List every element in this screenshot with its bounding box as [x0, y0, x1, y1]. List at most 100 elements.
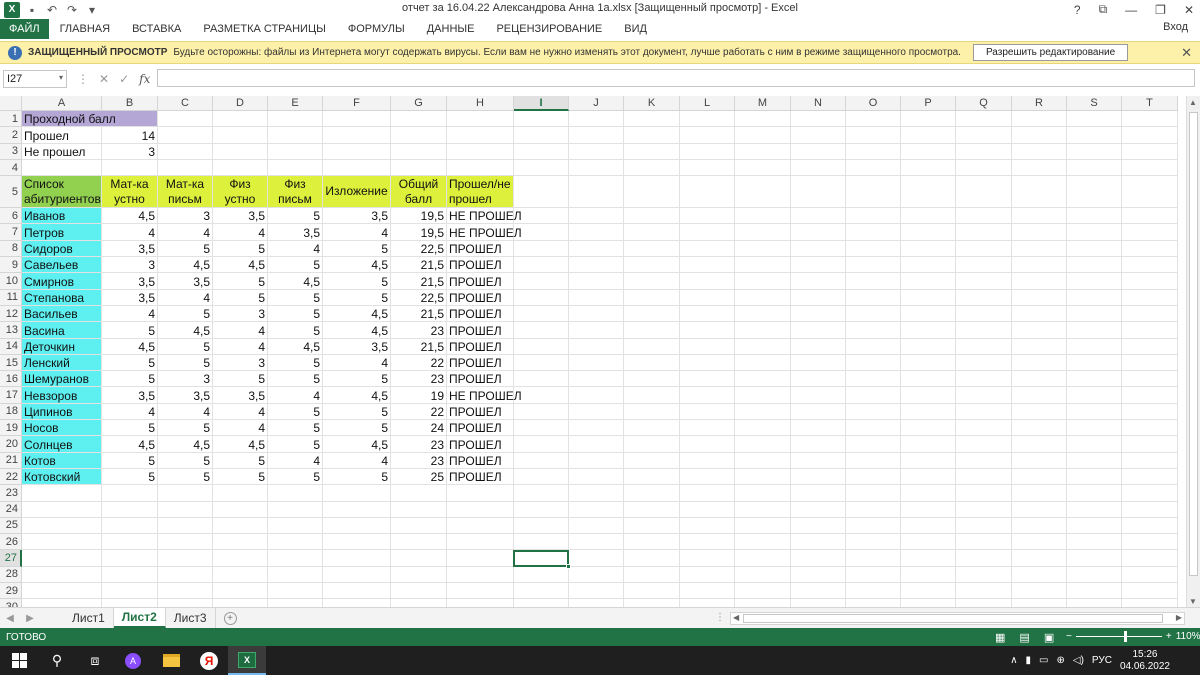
- cell-n18[interactable]: [791, 403, 846, 421]
- cell-h11[interactable]: ПРОШЕЛ: [447, 289, 514, 306]
- cell-l10[interactable]: [680, 273, 735, 290]
- cell-r22[interactable]: [1012, 468, 1067, 486]
- cell-g17[interactable]: 19: [391, 387, 447, 404]
- cell-n1[interactable]: [791, 111, 846, 128]
- cell-e13[interactable]: 5: [268, 322, 323, 339]
- cell-l19[interactable]: [680, 420, 735, 437]
- scroll-right-icon[interactable]: ▶: [1176, 613, 1182, 622]
- cell-s17[interactable]: [1067, 387, 1122, 404]
- cell-g1[interactable]: [391, 111, 447, 128]
- row-header-30[interactable]: 30: [0, 599, 22, 607]
- cell-e7[interactable]: 3,5: [268, 224, 323, 241]
- cell-k1[interactable]: [624, 111, 680, 128]
- cell-b5[interactable]: Мат-ка устно: [102, 176, 158, 209]
- ribbon-tab-4[interactable]: ФОРМУЛЫ: [337, 19, 416, 39]
- cell-k5[interactable]: [624, 176, 680, 209]
- cell-g27[interactable]: [391, 550, 447, 567]
- cell-d21[interactable]: 5: [213, 452, 268, 469]
- cell-b27[interactable]: [102, 550, 158, 567]
- cell-d18[interactable]: 4: [213, 403, 268, 421]
- cell-b28[interactable]: [102, 566, 158, 584]
- ribbon-tab-5[interactable]: ДАННЫЕ: [416, 19, 486, 39]
- cell-e8[interactable]: 4: [268, 240, 323, 258]
- cell-b12[interactable]: 4: [102, 305, 158, 323]
- cell-q23[interactable]: [956, 485, 1012, 502]
- cell-d3[interactable]: [213, 143, 268, 160]
- sheet-tab-3[interactable]: Лист3: [166, 608, 216, 628]
- cell-d24[interactable]: [213, 501, 268, 518]
- cell-c19[interactable]: 5: [158, 420, 213, 437]
- cell-j14[interactable]: [569, 338, 624, 355]
- cell-s9[interactable]: [1067, 257, 1122, 274]
- cell-d11[interactable]: 5: [213, 289, 268, 306]
- cell-n15[interactable]: [791, 354, 846, 372]
- cell-g6[interactable]: 19,5: [391, 208, 447, 225]
- row-header-11[interactable]: 11: [0, 289, 22, 306]
- cell-h30[interactable]: [447, 599, 514, 607]
- cell-m7[interactable]: [735, 224, 791, 241]
- cell-o3[interactable]: [846, 143, 901, 160]
- cell-d13[interactable]: 4: [213, 322, 268, 339]
- cell-q6[interactable]: [956, 208, 1012, 225]
- cell-r28[interactable]: [1012, 566, 1067, 584]
- cell-c13[interactable]: 4,5: [158, 322, 213, 339]
- cell-g8[interactable]: 22,5: [391, 240, 447, 258]
- cell-t6[interactable]: [1122, 208, 1178, 225]
- cell-m1[interactable]: [735, 111, 791, 128]
- cell-s11[interactable]: [1067, 289, 1122, 306]
- cell-s28[interactable]: [1067, 566, 1122, 584]
- cell-q21[interactable]: [956, 452, 1012, 469]
- cell-h21[interactable]: ПРОШЕЛ: [447, 452, 514, 469]
- cell-m3[interactable]: [735, 143, 791, 160]
- cell-r20[interactable]: [1012, 436, 1067, 453]
- cell-h18[interactable]: ПРОШЕЛ: [447, 403, 514, 421]
- cell-d20[interactable]: 4,5: [213, 436, 268, 453]
- cell-o13[interactable]: [846, 322, 901, 339]
- cell-n10[interactable]: [791, 273, 846, 290]
- cell-c20[interactable]: 4,5: [158, 436, 213, 453]
- cell-e30[interactable]: [268, 599, 323, 607]
- cell-e3[interactable]: [268, 143, 323, 160]
- cell-j18[interactable]: [569, 403, 624, 421]
- cell-t21[interactable]: [1122, 452, 1178, 469]
- cell-m13[interactable]: [735, 322, 791, 339]
- cell-k10[interactable]: [624, 273, 680, 290]
- cell-a17[interactable]: Невзоров: [22, 387, 102, 404]
- cell-o21[interactable]: [846, 452, 901, 469]
- cell-c6[interactable]: 3: [158, 208, 213, 225]
- cell-o15[interactable]: [846, 354, 901, 372]
- column-header-l[interactable]: L: [680, 96, 735, 111]
- column-header-j[interactable]: J: [569, 96, 624, 111]
- cell-r1[interactable]: [1012, 111, 1067, 128]
- cell-c3[interactable]: [158, 143, 213, 160]
- cell-d8[interactable]: 5: [213, 240, 268, 258]
- cell-o22[interactable]: [846, 468, 901, 486]
- show-hidden-icons-icon[interactable]: ∧: [1010, 655, 1017, 666]
- cell-n27[interactable]: [791, 550, 846, 567]
- cell-g20[interactable]: 23: [391, 436, 447, 453]
- cell-a23[interactable]: [22, 485, 102, 502]
- cell-n13[interactable]: [791, 322, 846, 339]
- cell-i12[interactable]: [514, 305, 569, 323]
- cell-t11[interactable]: [1122, 289, 1178, 306]
- cell-g21[interactable]: 23: [391, 452, 447, 469]
- column-header-s[interactable]: S: [1067, 96, 1122, 111]
- cell-j19[interactable]: [569, 420, 624, 437]
- cell-a18[interactable]: Ципинов: [22, 403, 102, 421]
- cell-a9[interactable]: Савельев: [22, 257, 102, 274]
- cell-b20[interactable]: 4,5: [102, 436, 158, 453]
- cell-p12[interactable]: [901, 305, 956, 323]
- cell-c7[interactable]: 4: [158, 224, 213, 241]
- cell-p20[interactable]: [901, 436, 956, 453]
- cell-a24[interactable]: [22, 501, 102, 518]
- cell-i28[interactable]: [514, 566, 569, 584]
- cell-l11[interactable]: [680, 289, 735, 306]
- cell-m22[interactable]: [735, 468, 791, 486]
- cell-e20[interactable]: 5: [268, 436, 323, 453]
- cell-q29[interactable]: [956, 583, 1012, 600]
- cell-f13[interactable]: 4,5: [323, 322, 391, 339]
- cell-i23[interactable]: [514, 485, 569, 502]
- cell-a19[interactable]: Носов: [22, 420, 102, 437]
- ribbon-display-icon[interactable]: ⧉: [1099, 2, 1108, 17]
- cell-q17[interactable]: [956, 387, 1012, 404]
